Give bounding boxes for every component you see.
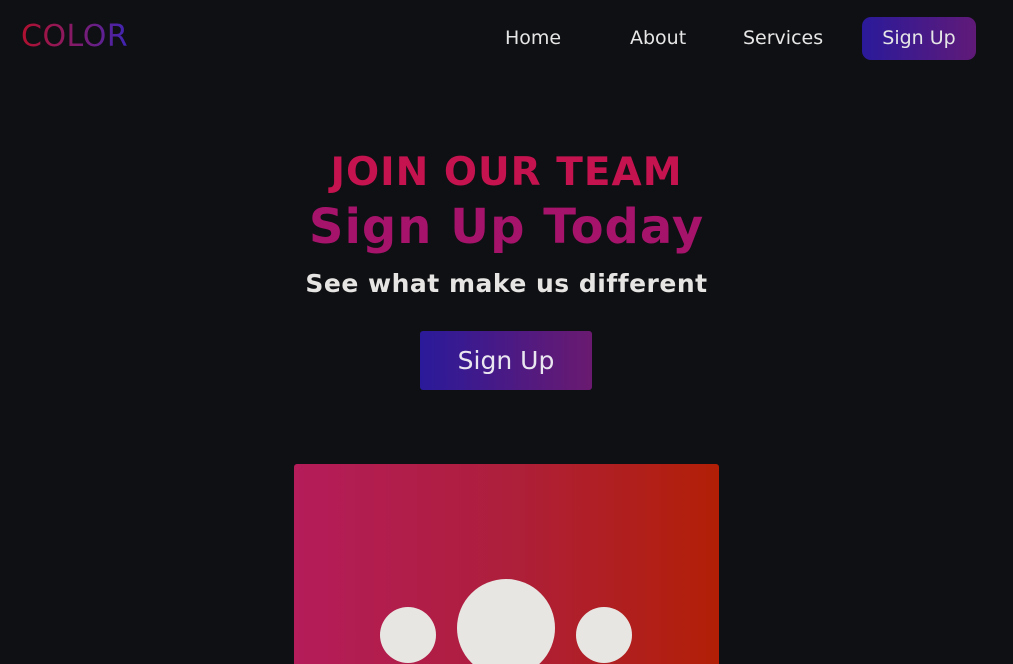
navbar: COLOR Home About Services Sign Up [0,0,1013,76]
team-people-icon [294,464,719,664]
hero-title: Sign Up Today [308,199,705,255]
nav-menu: Home About Services Sign Up [0,17,1013,60]
hero-kicker: JOIN OUR TEAM [330,150,683,195]
nav-link-home[interactable]: Home [505,17,561,60]
hero-signup-button[interactable]: Sign Up [420,331,592,390]
person-right-head [576,607,632,663]
person-center-head [457,579,555,664]
hero-subtitle: See what make us different [305,269,708,298]
person-left-head [380,607,436,663]
nav-link-about[interactable]: About [630,17,686,60]
nav-signup-button[interactable]: Sign Up [862,17,976,60]
nav-link-services[interactable]: Services [743,17,823,60]
